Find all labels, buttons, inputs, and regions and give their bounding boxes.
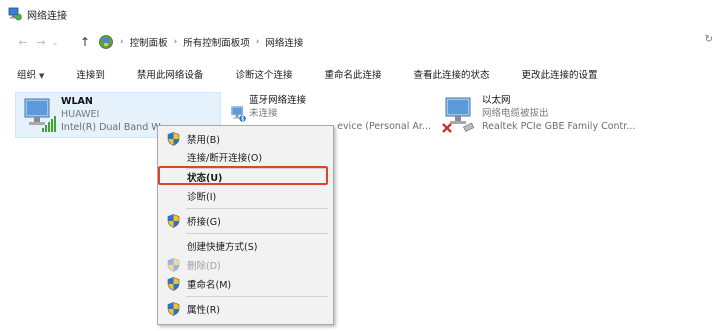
adapter-status: 未连接	[249, 108, 278, 119]
adapter-name: 蓝牙网络连接	[249, 95, 307, 106]
adapter-name: 以太网	[482, 95, 511, 106]
menu-item-label: 删除(D)	[187, 261, 221, 272]
menu-item-label: 属性(R)	[187, 305, 221, 316]
menu-item-diagnose[interactable]: 诊断(I)	[158, 187, 333, 205]
forward-arrow-icon[interactable]: →	[32, 36, 50, 49]
menu-separator	[186, 208, 328, 209]
disable-device-button[interactable]: 禁用此网络设备	[137, 67, 204, 81]
adapter-status: 网络电缆被拔出	[482, 108, 549, 119]
menu-item-connect-disconnect[interactable]: 连接/断开连接(O)	[158, 148, 333, 166]
breadcrumb-network-connections[interactable]: 网络连接	[265, 35, 303, 49]
up-arrow-icon[interactable]: ↑	[76, 35, 94, 49]
menu-item-label: 诊断(I)	[187, 192, 217, 203]
menu-item-create-shortcut[interactable]: 创建快捷方式(S)	[158, 237, 333, 255]
address-bar: ← → ⌄ ↑ › 控制面板 › 所有控制面板项 › 网络连接 ↻	[0, 28, 719, 56]
menu-item-label: 连接/断开连接(O)	[187, 153, 263, 164]
breadcrumb-separator-icon: ›	[255, 37, 260, 47]
breadcrumb-control-panel[interactable]: 控制面板	[130, 35, 168, 49]
menu-item-rename[interactable]: 重命名(M)	[158, 275, 333, 293]
change-settings-button[interactable]: 更改此连接的设置	[521, 67, 597, 81]
adapter-network: HUAWEI	[61, 109, 100, 120]
menu-item-label: 重命名(M)	[187, 280, 232, 291]
menu-item-bridge[interactable]: 桥接(G)	[158, 212, 333, 230]
ethernet-adapter-icon	[442, 97, 475, 133]
adapter-device: Intel(R) Dual Band W	[61, 122, 161, 133]
title-bar: 网络连接	[0, 0, 719, 28]
status-highlight-annotation	[158, 166, 328, 185]
context-menu: 禁用(B) 连接/断开连接(O) 状态(U) 诊断(I) 桥接(G) 创建快捷方…	[157, 125, 334, 325]
menu-item-delete: 删除(D)	[158, 256, 333, 274]
window-title: 网络连接	[27, 10, 67, 22]
menu-separator	[186, 296, 328, 297]
dropdown-caret-icon: ▼	[39, 72, 45, 80]
refresh-icon[interactable]: ↻	[705, 34, 713, 45]
rename-button[interactable]: 重命名此连接	[324, 67, 381, 81]
menu-item-disable[interactable]: 禁用(B)	[158, 130, 333, 148]
control-panel-icon	[99, 35, 113, 49]
back-arrow-icon[interactable]: ←	[14, 36, 32, 49]
diagnose-button[interactable]: 诊断这个连接	[235, 67, 292, 81]
network-connections-app-icon	[8, 7, 22, 21]
menu-item-label: 创建快捷方式(S)	[187, 242, 258, 253]
breadcrumb-separator-icon: ›	[120, 37, 124, 47]
uac-shield-icon	[167, 132, 180, 146]
breadcrumb-separator-icon: ›	[173, 37, 178, 47]
organize-button[interactable]: 组织 ▼	[17, 67, 44, 81]
connect-to-button[interactable]: 连接到	[76, 67, 105, 81]
organize-label: 组织	[17, 70, 37, 81]
adapter-device: Realtek PCIe GBE Family Contr...	[482, 121, 636, 132]
view-status-button[interactable]: 查看此连接的状态	[413, 67, 489, 81]
uac-shield-icon	[167, 258, 180, 272]
uac-shield-icon	[167, 277, 180, 291]
breadcrumb-all-items[interactable]: 所有控制面板项	[183, 35, 250, 49]
menu-item-label: 禁用(B)	[187, 135, 220, 146]
uac-shield-icon	[167, 302, 180, 316]
menu-item-label: 桥接(G)	[187, 217, 221, 228]
wireless-adapter-icon	[24, 98, 56, 132]
menu-separator	[186, 233, 328, 234]
uac-shield-icon	[167, 214, 180, 228]
menu-item-properties[interactable]: 属性(R)	[158, 300, 333, 318]
recent-chevron-icon[interactable]: ⌄	[50, 38, 60, 47]
adapter-ethernet[interactable]: 以太网 网络电缆被拔出 Realtek PCIe GBE Family Cont…	[437, 92, 667, 136]
command-toolbar: 组织 ▼ 连接到 禁用此网络设备 诊断这个连接 重命名此连接 查看此连接的状态 更…	[0, 62, 719, 86]
adapter-name: WLAN	[61, 96, 93, 107]
